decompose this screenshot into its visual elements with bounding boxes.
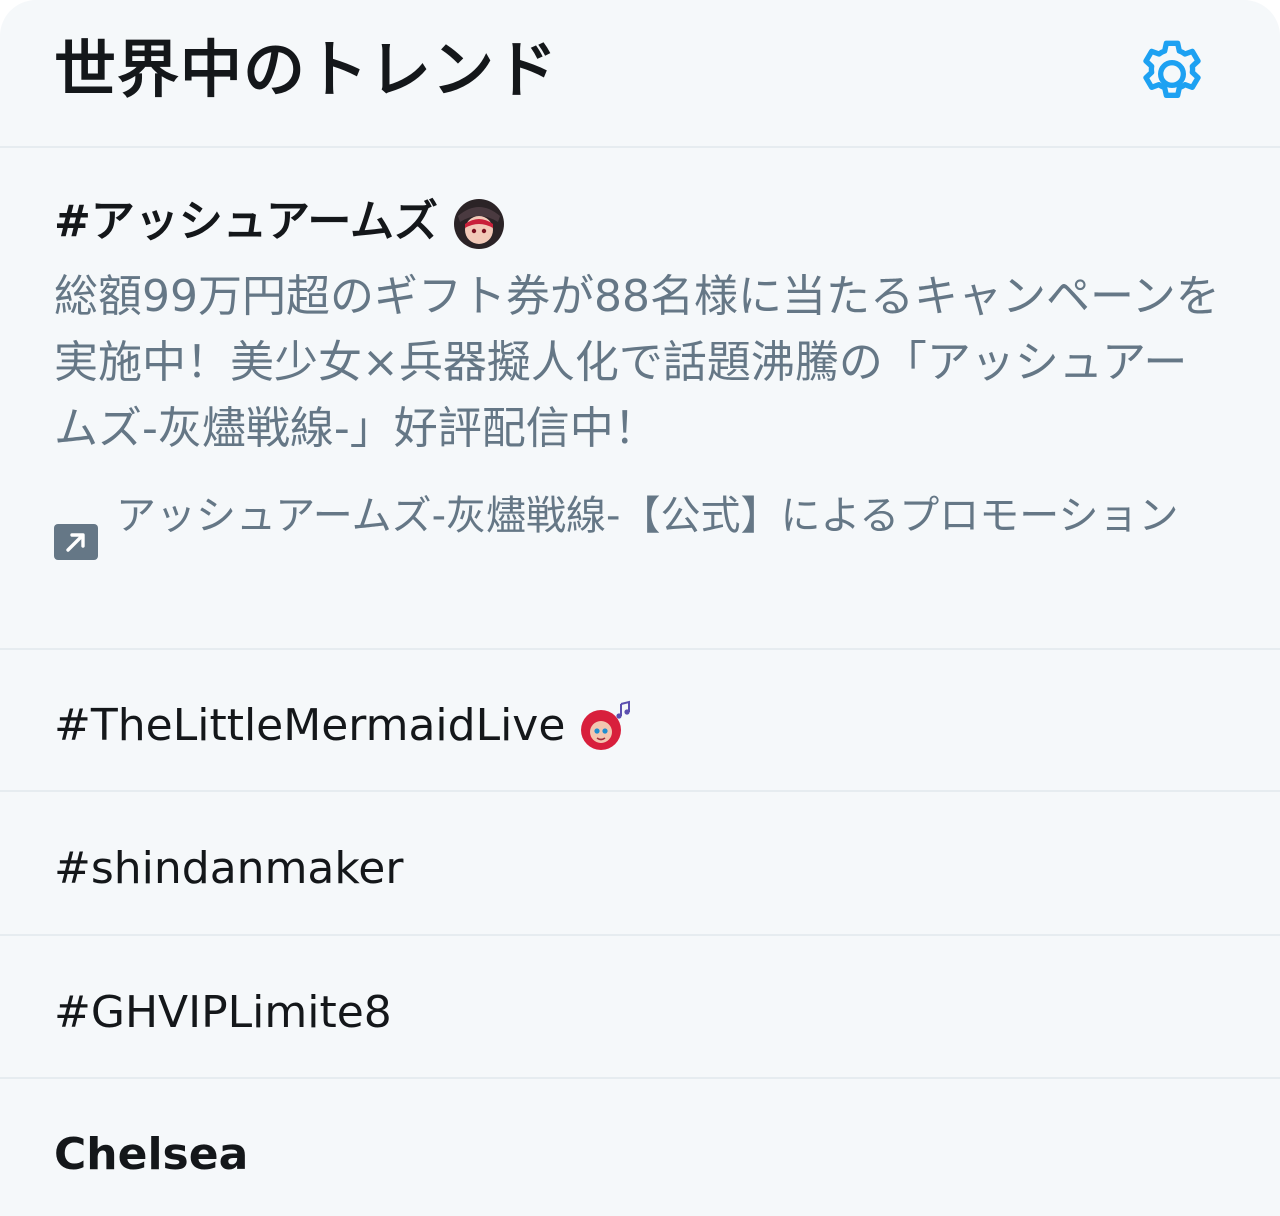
trends-panel: 世界中のトレンド #アッシュアームズ 総額99万円超のギフト券が88名様に当たる…: [0, 0, 1280, 1216]
character-emoji-icon: [448, 194, 510, 250]
trend-name: #アッシュアームズ: [54, 196, 439, 247]
panel-title: 世界中のトレンド: [54, 33, 559, 106]
promoted-arrow-icon: [54, 524, 98, 560]
trends-header: 世界中のトレンド: [0, 0, 1280, 148]
trend-item[interactable]: #TheLittleMermaidLive: [0, 650, 1280, 792]
promoted-by-text: アッシュアームズ-灰燼戦線-【公式】によるプロモーション: [116, 493, 1179, 539]
trend-name: #TheLittleMermaidLive: [54, 700, 566, 751]
settings-button[interactable]: [1132, 34, 1212, 114]
promoted-by-line[interactable]: アッシュアームズ-灰燼戦線-【公式】によるプロモーション: [54, 484, 1224, 614]
trend-item-promoted[interactable]: #アッシュアームズ 総額99万円超のギフト券が88名様に当たるキャンペーンを実施…: [0, 148, 1280, 650]
trend-item[interactable]: Chelsea: [0, 1079, 1280, 1216]
mermaid-emoji-icon: [575, 698, 637, 754]
trend-item[interactable]: #shindanmaker: [0, 792, 1280, 936]
trend-item[interactable]: #GHVIPLimite8: [0, 936, 1280, 1079]
trend-name-row: #TheLittleMermaidLive: [54, 698, 637, 754]
trend-name: #shindanmaker: [54, 843, 404, 894]
trend-name: #GHVIPLimite8: [54, 987, 392, 1038]
trend-name: Chelsea: [54, 1129, 249, 1180]
promo-description: 総額99万円超のギフト券が88名様に当たるキャンペーンを実施中！美少女×兵器擬人…: [54, 271, 1220, 454]
trend-name-row: #アッシュアームズ: [54, 194, 510, 250]
gear-icon: [1143, 40, 1201, 98]
